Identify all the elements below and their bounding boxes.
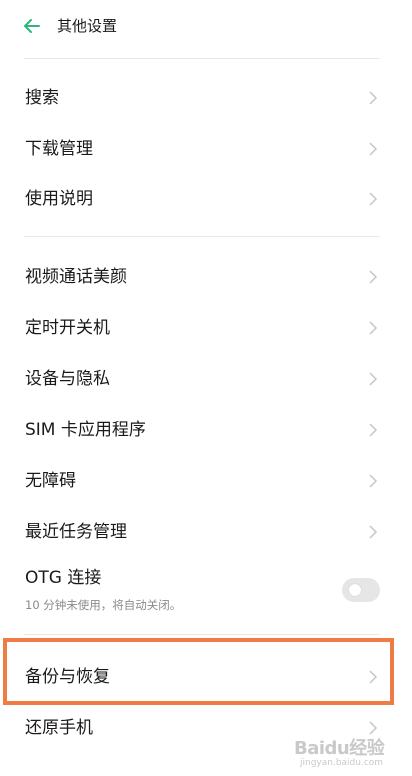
settings-item-download-manager[interactable]: 下载管理 — [0, 124, 412, 174]
watermark-url: jingyan.baidu.com — [300, 758, 384, 768]
chevron-right-icon — [369, 474, 378, 488]
toggle-knob — [349, 584, 361, 596]
settings-item-label: 定时开关机 — [25, 318, 110, 338]
chevron-right-icon — [369, 192, 378, 206]
settings-item-label: SIM 卡应用程序 — [25, 420, 146, 440]
chevron-right-icon — [369, 142, 378, 156]
settings-item-sim-apps[interactable]: SIM 卡应用程序 — [0, 405, 412, 455]
settings-item-label: 使用说明 — [25, 189, 93, 209]
divider — [24, 58, 380, 59]
watermark-text: Baidu经验 — [294, 738, 385, 759]
divider — [24, 236, 380, 237]
settings-item-recent-tasks[interactable]: 最近任务管理 — [0, 507, 412, 557]
settings-item-scheduled-power[interactable]: 定时开关机 — [0, 303, 412, 353]
baidu-watermark: Baidu经验 jingyan.baidu.com — [294, 734, 400, 772]
settings-item-label: 设备与隐私 — [25, 369, 110, 389]
settings-item-label: 搜索 — [25, 88, 59, 108]
settings-item-device-privacy[interactable]: 设备与隐私 — [0, 354, 412, 404]
settings-item-label: 无障碍 — [25, 471, 76, 491]
back-arrow-icon — [24, 19, 40, 33]
settings-item-search[interactable]: 搜索 — [0, 73, 412, 123]
page-title: 其他设置 — [57, 17, 118, 35]
settings-item-label: 最近任务管理 — [25, 522, 127, 542]
chevron-right-icon — [369, 525, 378, 539]
divider — [24, 634, 380, 635]
settings-item-label: 下载管理 — [25, 139, 93, 159]
chevron-right-icon — [369, 91, 378, 105]
settings-item-label: 视频通话美颜 — [25, 267, 127, 287]
otg-title: OTG 连接 — [25, 568, 102, 588]
settings-item-accessibility[interactable]: 无障碍 — [0, 456, 412, 506]
chevron-right-icon — [369, 372, 378, 386]
chevron-right-icon — [369, 321, 378, 335]
otg-toggle[interactable] — [342, 578, 380, 602]
settings-item-instructions[interactable]: 使用说明 — [0, 174, 412, 224]
settings-item-video-beauty[interactable]: 视频通话美颜 — [0, 252, 412, 302]
highlight-box — [3, 638, 394, 705]
chevron-right-icon — [369, 270, 378, 284]
header: 其他设置 — [0, 0, 412, 58]
otg-subtitle: 10 分钟未使用，将自动关闭。 — [25, 598, 182, 612]
settings-item-label: 还原手机 — [25, 718, 93, 738]
chevron-right-icon — [369, 423, 378, 437]
back-button[interactable] — [20, 14, 44, 38]
